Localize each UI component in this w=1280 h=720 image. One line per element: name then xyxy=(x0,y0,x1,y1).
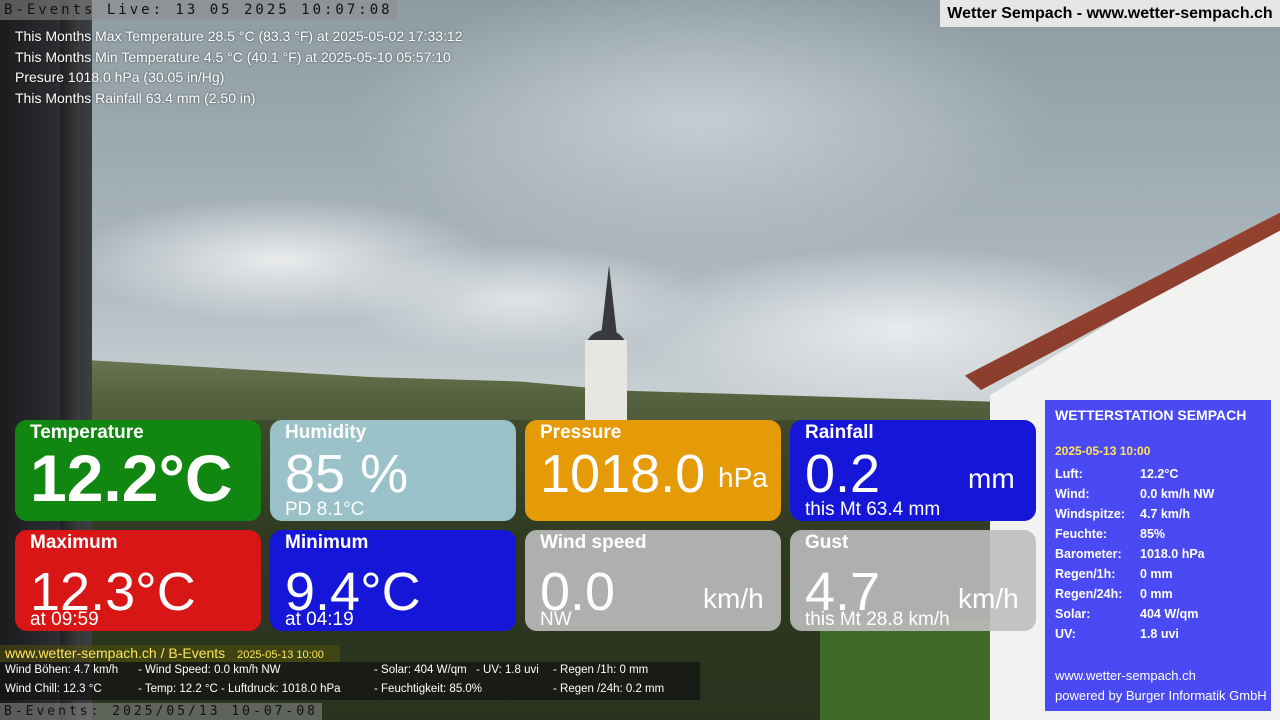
station-readings: Luft: 12.2°C Wind: 0.0 km/h NW Windspitz… xyxy=(1055,467,1214,647)
humidity-tile: Humidity 85 % PD 8.1°C xyxy=(270,420,516,521)
ticker-rain-24h: - Regen /24h: 0.2 mm xyxy=(553,683,665,695)
station-row-key: Regen/24h: xyxy=(1055,587,1123,601)
station-row-key: Barometer: xyxy=(1055,547,1122,561)
pressure-unit: hPa xyxy=(718,462,768,493)
tile-title: Humidity xyxy=(285,422,367,443)
ticker-url-bar: www.wetter-sempach.ch / B-Events 2025-05… xyxy=(0,645,340,662)
rainfall-month: this Mt 63.4 mm xyxy=(805,499,941,520)
station-row-value: 1018.0 hPa xyxy=(1140,547,1205,561)
church-tower xyxy=(585,340,627,430)
pressure-line: Presure 1018.0 hPa (30.05 in/Hg) xyxy=(15,69,225,85)
tile-title: Minimum xyxy=(285,532,369,553)
temperature-value: 12.2°C xyxy=(30,441,233,515)
minimum-tile: Minimum 9.4°C at 04:19 xyxy=(270,530,516,631)
tile-title: Gust xyxy=(805,532,849,553)
station-row-value: 0.0 km/h NW xyxy=(1140,487,1215,501)
station-row-key: UV: xyxy=(1055,627,1076,641)
rainfall-unit: mm xyxy=(968,463,1015,494)
ticker-wind-gust: Wind Böhen: 4.7 km/h xyxy=(5,664,119,676)
maximum-tile: Maximum 12.3°C at 09:59 xyxy=(15,530,261,631)
minimum-time: at 04:19 xyxy=(285,609,354,630)
station-footer-url: www.wetter-sempach.ch xyxy=(1055,668,1196,683)
station-row-value: 1.8 uvi xyxy=(1140,627,1179,641)
weather-station-panel: WETTERSTATION SEMPACH 2025-05-13 10:00 L… xyxy=(1045,400,1271,711)
ticker-readings: Wind Böhen: 4.7 km/h - Wind Speed: 0.0 k… xyxy=(0,662,700,700)
station-row-value: 12.2°C xyxy=(1140,467,1179,481)
wind-speed-unit: km/h xyxy=(703,583,764,614)
station-row: Solar: 404 W/qm xyxy=(1055,607,1214,627)
station-row: Regen/24h: 0 mm xyxy=(1055,587,1214,607)
station-date: 2025-05-13 10:00 xyxy=(1055,444,1151,458)
ticker-uv: - UV: 1.8 uvi xyxy=(476,664,539,676)
dew-point: PD 8.1°C xyxy=(285,499,365,520)
bottom-timestamp-banner: B-Events: 2025/05/13 10-07-08 xyxy=(0,703,322,720)
humidity-value: 85 % xyxy=(285,444,409,504)
maximum-time: at 09:59 xyxy=(30,609,99,630)
meadow xyxy=(820,620,1000,720)
tile-title: Wind speed xyxy=(540,532,647,553)
station-row: Windspitze: 4.7 km/h xyxy=(1055,507,1214,527)
station-row: Barometer: 1018.0 hPa xyxy=(1055,547,1214,567)
station-row-key: Regen/1h: xyxy=(1055,567,1116,581)
station-row-key: Solar: xyxy=(1055,607,1091,621)
tile-title: Maximum xyxy=(30,532,118,553)
ticker-wind-chill: Wind Chill: 12.3 °C xyxy=(5,683,102,695)
station-row-value: 4.7 km/h xyxy=(1140,507,1191,521)
min-temp-line: This Months Min Temperature 4.5 °C (40.1… xyxy=(15,48,451,65)
ticker-wind-speed: - Wind Speed: 0.0 km/h NW xyxy=(138,664,281,676)
temperature-tile: Temperature 12.2°C xyxy=(15,420,261,521)
wind-direction: NW xyxy=(540,609,572,630)
station-footer-powered: powered by Burger Informatik GmbH xyxy=(1055,688,1267,703)
gust-unit: km/h xyxy=(958,583,1019,614)
station-row-key: Luft: xyxy=(1055,467,1083,481)
max-temp-line: This Months Max Temperature 28.5 °C (83.… xyxy=(15,28,463,44)
ticker-temp-pressure: - Temp: 12.2 °C - Luftdruck: 1018.0 hPa xyxy=(138,683,341,695)
station-row-key: Windspitze: xyxy=(1055,507,1126,521)
pressure-tile: Pressure 1018.0 hPa xyxy=(525,420,781,521)
station-row-key: Wind: xyxy=(1055,487,1090,501)
wind-speed-tile: Wind speed 0.0 km/h NW xyxy=(525,530,781,631)
rainfall-value: 0.2 xyxy=(805,444,881,504)
station-row-value: 404 W/qm xyxy=(1140,607,1199,621)
gust-month: this Mt 28.8 km/h xyxy=(805,609,950,630)
rainfall-line: This Months Rainfall 63.4 mm (2.50 in) xyxy=(15,89,256,106)
ticker-humidity: - Feuchtigkeit: 85.0% xyxy=(374,683,483,695)
monthly-stats-overlay: This Months Max Temperature 28.5 °C (83.… xyxy=(15,26,463,108)
station-row-value: 0 mm xyxy=(1140,567,1173,581)
station-row: Regen/1h: 0 mm xyxy=(1055,567,1214,587)
ticker-solar: - Solar: 404 W/qm xyxy=(374,664,467,676)
gust-tile: Gust 4.7 km/h this Mt 28.8 km/h xyxy=(790,530,1036,631)
site-brand-banner: Wetter Sempach - www.wetter-sempach.ch xyxy=(940,0,1280,27)
station-row-key: Feuchte: xyxy=(1055,527,1108,541)
tile-title: Pressure xyxy=(540,422,622,443)
station-row: UV: 1.8 uvi xyxy=(1055,627,1214,647)
live-timestamp-banner: B-Events Live: 13 05 2025 10:07:08 xyxy=(0,0,397,20)
rainfall-tile: Rainfall 0.2 mm this Mt 63.4 mm xyxy=(790,420,1036,521)
station-row: Wind: 0.0 km/h NW xyxy=(1055,487,1214,507)
station-row-value: 0 mm xyxy=(1140,587,1173,601)
station-title: WETTERSTATION SEMPACH xyxy=(1055,407,1247,423)
ticker-rain-1h: - Regen /1h: 0 mm xyxy=(553,664,649,676)
station-row: Feuchte: 85% xyxy=(1055,527,1214,547)
tile-title: Rainfall xyxy=(805,422,874,443)
station-row: Luft: 12.2°C xyxy=(1055,467,1214,487)
station-row-value: 85% xyxy=(1140,527,1166,541)
ticker-url: www.wetter-sempach.ch / B-Events xyxy=(5,645,226,661)
ticker-date: 2025-05-13 10:00 xyxy=(237,649,324,661)
pressure-value: 1018.0 xyxy=(540,444,706,504)
